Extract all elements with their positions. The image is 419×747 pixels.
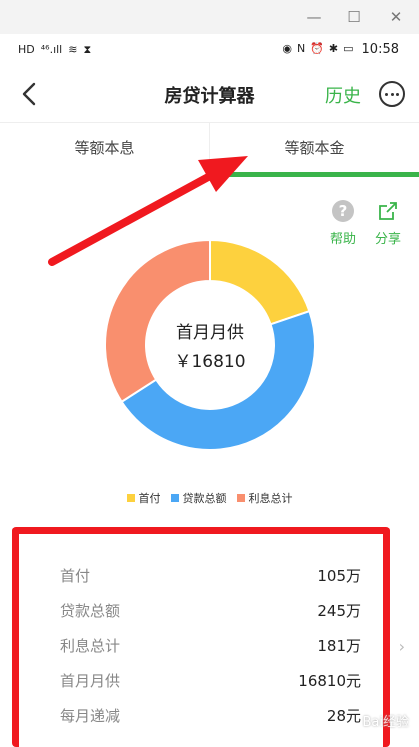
close-icon[interactable]: ✕ [384, 6, 408, 28]
tab-equal-principal[interactable]: 等额本金 [210, 137, 419, 158]
legend-swatch [126, 494, 135, 502]
help-label: 帮助 [329, 232, 356, 247]
donut-center-label: 首月月供 [176, 323, 244, 343]
share-label: 分享 [374, 232, 401, 247]
battery-icon: ▭ [343, 42, 354, 55]
status-time: 10:58 [361, 41, 399, 57]
history-button[interactable]: 历史 [325, 82, 361, 108]
alarm-icon: ⏰ [310, 42, 324, 55]
legend-swatch [170, 494, 179, 502]
window-titlebar: — ☐ ✕ [0, 0, 419, 34]
donut-center-value: ￥16810 [174, 352, 246, 372]
bluetooth-icon: ✱ [328, 42, 339, 55]
legend-item: 贷款总额 [170, 490, 227, 506]
legend-label: 利息总计 [248, 492, 293, 505]
tab-active-indicator [210, 172, 419, 177]
highlight-box [12, 527, 390, 747]
share-icon [379, 202, 397, 220]
legend-swatch [236, 494, 245, 502]
share-button[interactable]: 分享 [368, 200, 408, 247]
wifi-icon: ≋ [68, 43, 78, 56]
legend-label: 贷款总额 [182, 492, 227, 505]
chevron-right-icon: › [398, 637, 405, 656]
maximize-icon[interactable]: ☐ [342, 6, 366, 28]
tab-bar: 等额本息 等额本金 [0, 122, 419, 179]
legend-label: 首付 [138, 492, 161, 505]
legend-item: 利息总计 [236, 490, 293, 506]
signal-icon: ⁴⁶.ıll [40, 43, 63, 56]
status-bar: HD ⁴⁶.ıll ≋ ⧗ ◉ N ⏰ ✱ ▭ 10:58 [0, 34, 419, 66]
donut-center: 首月月供 ￥16810 [105, 318, 315, 372]
tab-equal-payment[interactable]: 等额本息 [0, 137, 209, 158]
chart-legend: 首付 贷款总额 利息总计 [0, 490, 419, 506]
hd-icon: HD [18, 43, 35, 56]
help-button[interactable]: ? 帮助 [323, 200, 363, 247]
donut-slice-1 [209, 240, 311, 326]
hourglass-icon: ⧗ [83, 43, 92, 56]
watermark: Bai经验 [362, 715, 410, 730]
navbar: 房贷计算器 历史 [0, 66, 419, 122]
eye-icon: ◉ [282, 42, 292, 55]
nfc-icon: N [296, 42, 306, 55]
legend-item: 首付 [126, 490, 161, 506]
question-icon: ? [332, 200, 354, 222]
minimize-icon[interactable]: — [302, 6, 326, 28]
more-icon[interactable] [379, 81, 405, 107]
